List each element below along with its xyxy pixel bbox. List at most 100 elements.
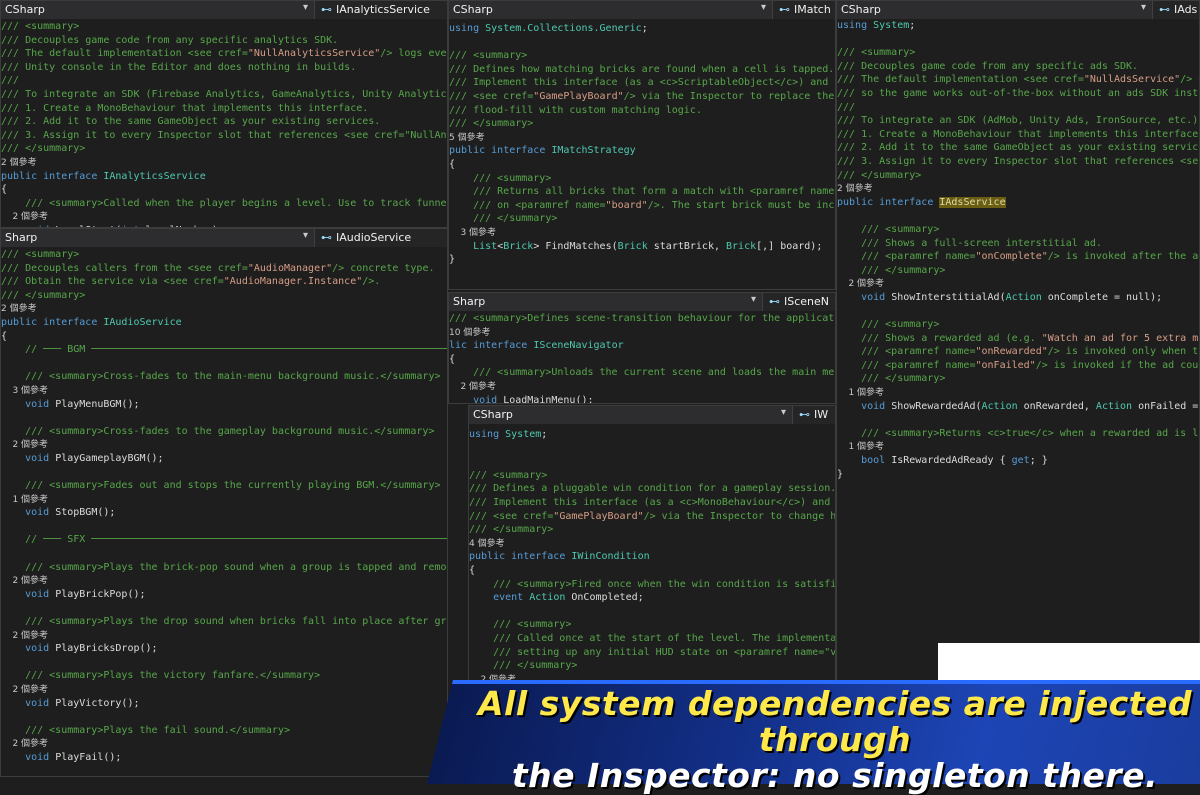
code-line[interactable] [837,413,1199,427]
code-line[interactable]: void PlayBricksDrop(); [1,642,447,656]
code-line[interactable]: /// Shows a rewarded ad (e.g. "Watch an … [837,332,1199,346]
code-area[interactable]: /// <summary>/// Decouples game code fro… [1,19,447,227]
code-line[interactable]: public interface IAudioService [1,316,447,330]
code-line[interactable]: /// The default implementation <see cref… [1,47,447,61]
code-line[interactable] [1,547,447,561]
code-line[interactable]: public interface IWinCondition [469,550,835,564]
code-line[interactable]: void PlayVictory(); [1,697,447,711]
code-line[interactable]: void PlayMenuBGM(); [1,398,447,412]
code-line[interactable]: public interface IMatchStrategy [449,144,835,158]
code-line[interactable]: /// <summary>Plays the victory fanfare.<… [1,669,447,683]
code-line[interactable]: /// 3. Assign it to every Inspector slot… [1,129,447,143]
code-area[interactable]: using System.Collections.Generic; /// <su… [449,19,835,289]
code-line[interactable]: 1 個參考 [837,440,1199,454]
code-line[interactable]: void PlayBrickPop(); [1,588,447,602]
code-line[interactable]: /// Decouples game code from any specifi… [1,34,447,48]
code-line[interactable]: /// 2. Add it to the same GameObject as … [837,141,1199,155]
code-line[interactable]: /// </summary> [449,212,835,226]
code-line[interactable]: 10 個參考 [449,326,835,340]
code-line[interactable]: /// <summary> [449,172,835,186]
code-line[interactable]: /// Defines a pluggable win condition fo… [469,482,835,496]
code-line[interactable]: { [1,330,447,344]
code-line[interactable]: /// <summary> [837,223,1199,237]
code-line[interactable]: /// Obtain the service via <see cref="Au… [1,275,447,289]
code-line[interactable]: /// [837,101,1199,115]
code-line[interactable]: /// Decouples game code from any specifi… [837,60,1199,74]
code-line[interactable] [1,411,447,425]
language-dropdown[interactable]: CSharp ▾ [469,406,792,424]
code-line[interactable]: /// <summary> [1,20,447,34]
code-line[interactable]: void PlayGameplayBGM(); [1,452,447,466]
code-line[interactable]: /// Returns all bricks that form a match… [449,185,835,199]
code-line[interactable]: using System; [469,428,835,442]
code-line[interactable]: 2 個參考 [449,380,835,394]
editor-pane-match[interactable]: CSharp ▾ ⊷ IMatch using System.Collections… [448,0,836,290]
code-line[interactable]: // ─── BGM ─────────────────────────────… [1,343,447,357]
code-line[interactable]: public interface IAdsService [837,196,1199,210]
code-line[interactable]: /// </summary> [469,523,835,537]
code-line[interactable]: /// <summary>Returns <c>true</c> when a … [837,427,1199,441]
code-line[interactable]: 1 個參考 [1,493,447,507]
code-line[interactable]: void ShowRewardedAd(Action onRewarded, A… [837,400,1199,414]
code-line[interactable]: /// Defines how matching bricks are foun… [449,63,835,77]
editor-pane-audio[interactable]: Sharp ▾ ⊷ IAudioService /// <summary>/// D… [0,228,448,777]
code-line[interactable]: 5 個參考 [449,131,835,145]
code-line[interactable]: /// Called once at the start of the leve… [469,632,835,646]
code-line[interactable]: /// </summary> [469,659,835,673]
code-line[interactable]: lic interface ISceneNavigator [449,339,835,353]
code-line[interactable]: { [449,158,835,172]
code-area[interactable]: /// <summary>Defines scene-transition be… [449,311,835,403]
code-line[interactable]: 3 個參考 [449,226,835,240]
code-line[interactable]: 2 個參考 [1,737,447,751]
code-line[interactable]: /// flood-fill with custom matching logi… [449,104,835,118]
code-line[interactable] [1,520,447,534]
code-line[interactable]: 2 個參考 [1,438,447,452]
code-line[interactable]: bool IsRewardedAdReady { get; } [837,454,1199,468]
code-line[interactable] [469,442,835,456]
type-navigation-dropdown[interactable]: ⊷ IAudioService [314,229,447,247]
code-line[interactable]: void PlayFail(); [1,751,447,765]
code-line[interactable]: /// Implement this interface (as a <c>Mo… [469,496,835,510]
code-line[interactable]: 2 個參考 [1,629,447,643]
code-line[interactable]: /// <paramref name="onRewarded"/> is inv… [837,345,1199,359]
code-line[interactable]: List<Brick> FindMatches(Brick startBrick… [449,240,835,254]
code-line[interactable]: } [449,253,835,267]
code-line[interactable]: /// <summary> [469,469,835,483]
editor-pane-scene[interactable]: Sharp ▾ ⊷ ISceneN /// <summary>Defines sce… [448,292,836,404]
type-navigation-dropdown[interactable]: ⊷ IMatch [772,1,835,19]
code-line[interactable] [837,209,1199,223]
code-line[interactable]: /// </summary> [837,264,1199,278]
code-line[interactable]: /// <summary> [1,248,447,262]
code-line[interactable]: /// <summary>Called when the player begi… [1,197,447,211]
code-line[interactable]: 2 個參考 [1,574,447,588]
code-line[interactable] [469,455,835,469]
code-line[interactable]: /// <summary>Cross-fades to the main-men… [1,370,447,384]
language-dropdown[interactable]: Sharp ▾ [1,229,314,247]
code-line[interactable] [1,357,447,371]
code-line[interactable]: /// </summary> [449,117,835,131]
code-line[interactable]: /// [1,74,447,88]
type-navigation-dropdown[interactable]: ⊷ IAnalyticsService [314,1,447,19]
code-line[interactable] [1,765,447,776]
code-line[interactable]: /// Unity console in the Editor and does… [1,61,447,75]
code-line[interactable]: /// <see cref="GamePlayBoard"/> via the … [449,90,835,104]
code-line[interactable]: /// 2. Add it to the same GameObject as … [1,115,447,129]
code-line[interactable] [449,36,835,50]
code-line[interactable] [1,466,447,480]
code-line[interactable]: 2 個參考 [1,156,447,170]
code-line[interactable]: 1 個參考 [837,386,1199,400]
code-line[interactable]: /// Decouples callers from the <see cref… [1,262,447,276]
type-navigation-dropdown[interactable]: ⊷ IAds [1152,1,1199,19]
code-line[interactable]: /// <summary>Plays the brick-pop sound w… [1,561,447,575]
code-line[interactable]: void ShowInterstitialAd(Action onComplet… [837,291,1199,305]
code-line[interactable]: /// <summary> [837,318,1199,332]
language-dropdown[interactable]: CSharp ▾ [449,1,772,19]
code-line[interactable]: /// 3. Assign it to every Inspector slot… [837,155,1199,169]
code-line[interactable]: /// 1. Create a MonoBehaviour that imple… [837,128,1199,142]
code-line[interactable] [837,304,1199,318]
code-line[interactable]: 3 個參考 [1,384,447,398]
code-line[interactable] [837,33,1199,47]
code-line[interactable]: { [449,353,835,367]
code-line[interactable]: event Action OnCompleted; [469,591,835,605]
code-line[interactable]: /// To integrate an SDK (AdMob, Unity Ad… [837,114,1199,128]
